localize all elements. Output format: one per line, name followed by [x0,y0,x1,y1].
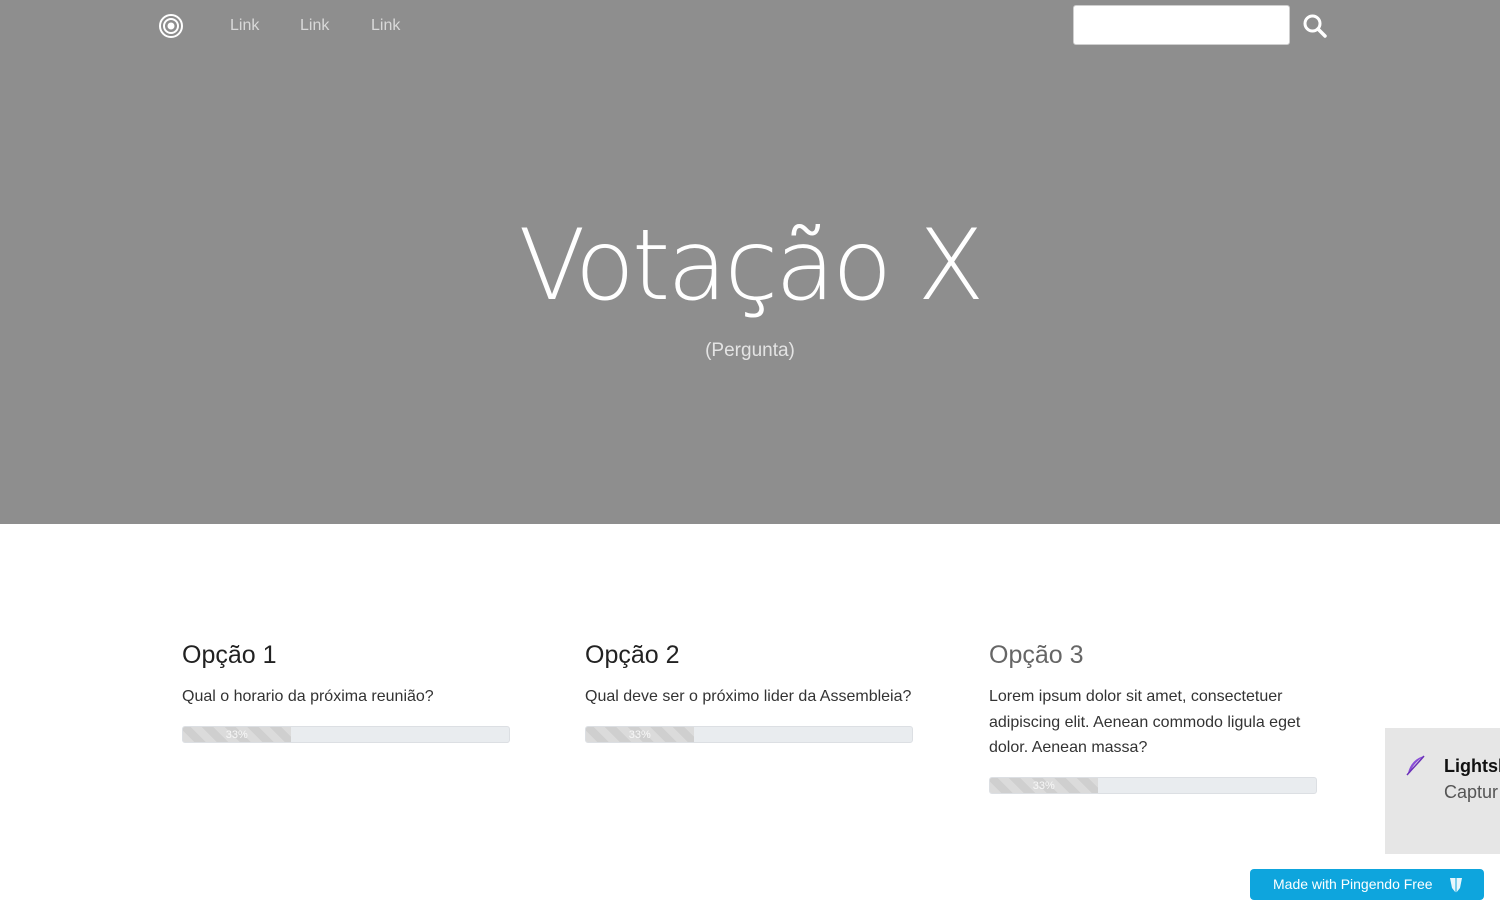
hero-section: Link Link Link Votação X (Pergunta) [0,0,1500,524]
option-title: Opção 3 [989,641,1084,669]
page-title: Votação X [518,209,984,323]
option-title: Opção 1 [182,641,277,669]
hero-subtitle: (Pergunta) [705,340,795,361]
pingendo-logo-icon [1450,878,1462,893]
search-input[interactable] [1073,5,1290,45]
nav-link-2[interactable]: Link [300,17,329,35]
feather-icon [1406,755,1425,776]
option-description: Qual deve ser o próximo lider da Assembl… [585,688,912,705]
vote-progress: 33% [989,776,1317,794]
nav-link-1[interactable]: Link [230,17,259,35]
pingendo-badge-link[interactable]: Made with Pingendo Free [1250,869,1484,900]
notification-body: Captur aqui pa [1444,782,1500,802]
vote-progress: 33% [182,725,510,743]
option-card-1: Opção 1 Qual o horario da próxima reuniã… [182,638,510,743]
option-title: Opção 2 [585,641,680,669]
navbar: Link Link Link [0,0,1500,54]
option-description: Lorem ipsum dolor sit amet, consectetuer… [989,688,1301,756]
notification-title: Lightsl [1444,756,1500,776]
option-card-2: Opção 2 Qual deve ser o próximo lider da… [585,638,913,743]
vote-progress: 33% [585,725,913,743]
vote-progress-bar: 33% [183,726,291,742]
pingendo-badge-label: Made with Pingendo Free [1273,876,1433,892]
search-icon[interactable] [1301,12,1329,40]
vote-progress-bar: 33% [990,777,1098,793]
lightshot-notification[interactable]: Lightsl Captur aqui pa [1385,728,1500,854]
nav-link-3[interactable]: Link [371,17,400,35]
option-card-3: Opção 3 Lorem ipsum dolor sit amet, cons… [989,638,1317,794]
target-icon[interactable] [158,13,184,39]
option-description: Qual o horario da próxima reunião? [182,688,434,705]
vote-progress-bar: 33% [586,726,694,742]
